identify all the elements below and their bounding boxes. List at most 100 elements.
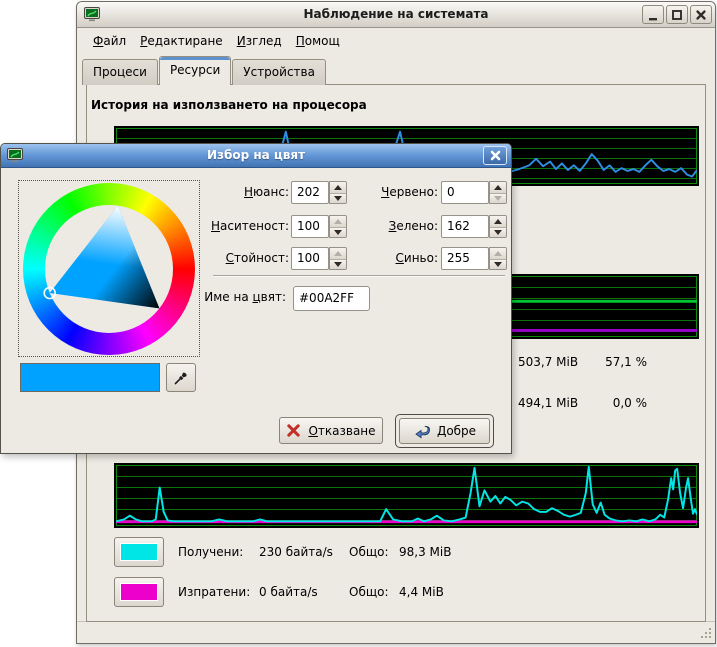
swap-values-row: 494,1 MiB 0,0 % — [518, 396, 647, 410]
green-spin-up[interactable] — [490, 216, 506, 227]
sent-rate: 0 байта/s — [259, 585, 318, 599]
received-legend-row: Получени: 230 байта/s Общо: 98,3 MiB — [114, 537, 544, 568]
saturation-spin-up[interactable] — [330, 216, 346, 227]
eyedropper-button[interactable] — [166, 363, 196, 392]
menu-view[interactable]: Изглед — [230, 31, 289, 51]
arrow-up-icon — [494, 185, 502, 190]
desktop: Наблюдение на системата Файл Редактиране… — [0, 0, 717, 647]
blue-spinner[interactable] — [489, 247, 507, 270]
arrow-down-icon — [334, 262, 342, 267]
sv-triangle[interactable] — [23, 183, 195, 355]
received-color-swatch — [120, 543, 158, 561]
close-button[interactable] — [690, 5, 712, 24]
menu-edit[interactable]: Редактиране — [133, 31, 230, 51]
arrow-up-icon — [334, 219, 342, 224]
blue-spin-down[interactable] — [490, 259, 506, 270]
hue-ring[interactable] — [23, 183, 195, 355]
tab-processes[interactable]: Процеси — [82, 59, 158, 85]
value-spin-up[interactable] — [330, 248, 346, 259]
dialog-close-icon — [489, 149, 502, 162]
close-icon — [694, 8, 708, 22]
hue-spin-down[interactable] — [330, 193, 346, 204]
menubar: Файл Редактиране Изглед Помощ — [78, 29, 714, 53]
menu-file[interactable]: Файл — [86, 31, 133, 51]
sent-legend-row: Изпратени: 0 байта/s Общо: 4,4 MiB — [114, 577, 544, 608]
sent-color-button[interactable] — [114, 577, 164, 607]
value-label: Стойност: — [201, 251, 289, 265]
saturation-label: Наситеност: — [201, 219, 289, 233]
blue-spin-up[interactable] — [490, 248, 506, 259]
dialog-titlebar[interactable]: Избор на цвят — [1, 144, 511, 168]
received-label: Получени: — [178, 545, 243, 559]
green-spinner[interactable] — [489, 215, 507, 238]
hue-label: Нюанс: — [201, 185, 289, 199]
received-line — [116, 467, 697, 521]
resize-grip[interactable] — [698, 626, 712, 640]
received-total-label: Общо: — [349, 545, 389, 559]
ok-enter-icon — [413, 424, 430, 439]
sent-total: 4,4 MiB — [399, 585, 444, 599]
maximize-icon — [670, 8, 684, 22]
color-name-input[interactable]: #00A2FF — [293, 286, 370, 311]
red-spinner[interactable] — [489, 181, 507, 204]
ok-button[interactable]: Добре — [399, 418, 490, 444]
color-wheel-area[interactable] — [18, 180, 200, 357]
menu-help[interactable]: Помощ — [289, 31, 347, 51]
hue-input[interactable]: 202 — [291, 181, 329, 204]
arrow-up-icon — [334, 251, 342, 256]
separator — [213, 275, 505, 277]
value-input[interactable]: 100 — [291, 247, 329, 270]
color-name-label: Име на цвят: — [181, 290, 286, 304]
tab-resources[interactable]: Ресурси — [159, 56, 231, 85]
color-preview — [20, 363, 160, 392]
received-total: 98,3 MiB — [399, 545, 451, 559]
ok-label: Добре — [437, 424, 476, 438]
cpu-history-heading: История на използването на процесора — [91, 98, 367, 112]
hue-spinner[interactable] — [329, 181, 347, 204]
memory-values-row: 503,7 MiB 57,1 % — [518, 355, 647, 369]
blue-label: Синьо: — [361, 251, 438, 265]
dialog-title: Избор на цвят — [1, 148, 511, 162]
value-spinner[interactable] — [329, 247, 347, 270]
maximize-button[interactable] — [666, 5, 688, 24]
saturation-spin-down[interactable] — [330, 227, 346, 238]
arrow-up-icon — [334, 185, 342, 190]
main-titlebar[interactable]: Наблюдение на системата — [77, 2, 715, 28]
hue-spin-up[interactable] — [330, 182, 346, 193]
green-input[interactable]: 162 — [441, 215, 489, 238]
saturation-input[interactable]: 100 — [291, 215, 329, 238]
eyedropper-icon — [173, 370, 189, 386]
memory-size: 503,7 MiB — [518, 355, 578, 369]
value-spin-down[interactable] — [330, 259, 346, 270]
received-rate: 230 байта/s — [259, 545, 333, 559]
sent-color-swatch — [120, 583, 158, 601]
arrow-down-icon — [334, 230, 342, 235]
sent-total-label: Общо: — [349, 585, 389, 599]
arrow-down-icon — [494, 262, 502, 267]
dialog-close-button[interactable] — [483, 146, 507, 165]
color-picker-dialog: Избор на цвят — [0, 143, 512, 454]
cancel-label: Отказване — [308, 424, 375, 438]
sent-label: Изпратени: — [178, 585, 250, 599]
memory-percent: 57,1 % — [605, 355, 647, 369]
red-input[interactable]: 0 — [441, 181, 489, 204]
minimize-icon — [646, 8, 660, 22]
red-label: Червено: — [361, 185, 438, 199]
red-spin-down[interactable] — [490, 193, 506, 204]
swap-percent: 0,0 % — [613, 396, 647, 410]
arrow-up-icon — [494, 219, 502, 224]
tab-devices[interactable]: Устройства — [232, 59, 326, 85]
saturation-spinner[interactable] — [329, 215, 347, 238]
blue-input[interactable]: 255 — [441, 247, 489, 270]
green-label: Зелено: — [361, 219, 438, 233]
ok-button-focus-ring: Добре — [395, 414, 494, 448]
red-spin-up[interactable] — [490, 182, 506, 193]
notebook-tabs: Процеси Ресурси Устройства — [82, 56, 327, 85]
green-spin-down[interactable] — [490, 227, 506, 238]
arrow-down-icon — [494, 230, 502, 235]
received-color-button[interactable] — [114, 537, 164, 567]
statusbar — [77, 621, 715, 643]
cancel-button[interactable]: Отказване — [279, 417, 383, 444]
minimize-button[interactable] — [642, 5, 664, 24]
network-lines — [116, 465, 697, 526]
